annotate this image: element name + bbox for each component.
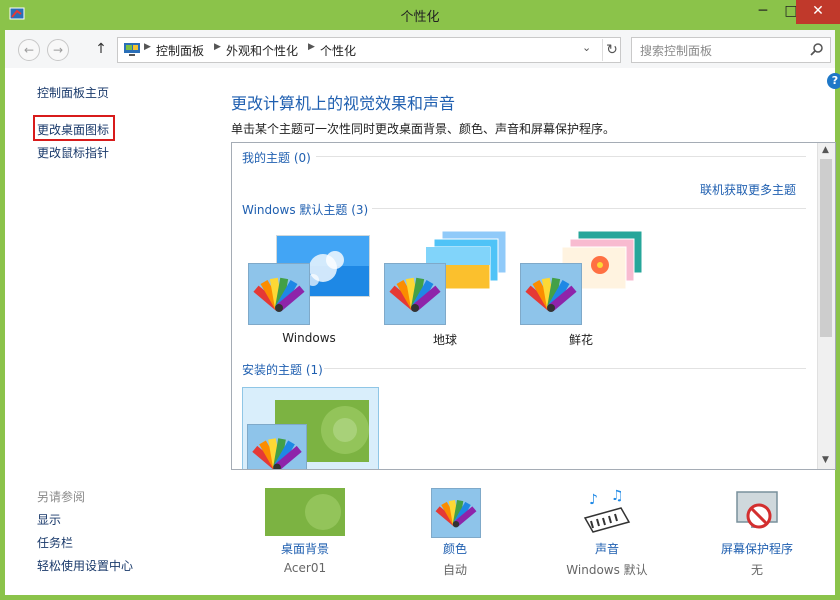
sounds-button[interactable]: ♪ ♫ 声音 Windows 默认 — [537, 488, 677, 588]
vertical-scrollbar[interactable]: ▲ ▼ — [817, 143, 835, 469]
desktop-background-label: 桌面背景 — [280, 542, 329, 556]
divider — [324, 368, 806, 369]
theme-flowers[interactable]: 鲜花 — [516, 231, 646, 351]
divider — [316, 156, 806, 157]
see-also-heading: 另请参阅 — [37, 490, 86, 504]
svg-text:♫: ♫ — [611, 488, 624, 504]
see-also-taskbar[interactable]: 任务栏 — [37, 534, 73, 551]
svg-text:♪: ♪ — [589, 492, 598, 508]
sidebar-change-desktop-icons[interactable]: 更改桌面图标 — [37, 121, 109, 138]
address-bar[interactable]: ▶ 控制面板 ▶ 外观和个性化 ▶ 个性化 ⌄ ↻ — [117, 37, 621, 63]
breadcrumb-appearance[interactable]: 外观和个性化 — [226, 42, 298, 59]
forward-button[interactable]: → — [47, 39, 69, 61]
installed-themes-heading: 安装的主题 (1) — [242, 363, 323, 377]
color-palette-icon — [247, 424, 307, 469]
see-also-display[interactable]: 显示 — [37, 511, 61, 528]
color-value: 自动 — [442, 563, 467, 577]
theme-windows[interactable]: Windows — [244, 231, 374, 351]
color-palette-icon — [384, 263, 446, 325]
search-placeholder: 搜索控制面板 — [640, 44, 713, 58]
search-icon[interactable] — [810, 42, 824, 56]
theme-name: Windows — [282, 331, 336, 345]
color-button[interactable]: 颜色 自动 — [385, 488, 525, 588]
theme-acer-installed[interactable] — [242, 387, 379, 469]
sounds-label: 声音 — [594, 542, 619, 556]
scroll-up-icon[interactable]: ▲ — [822, 145, 829, 155]
page-description: 单击某个主题可一次性同时更改桌面背景、颜色、声音和屏幕保护程序。 — [231, 122, 616, 136]
scroll-down-icon[interactable]: ▼ — [822, 455, 829, 465]
control-panel-icon — [124, 43, 140, 56]
breadcrumb-control-panel[interactable]: 控制面板 — [156, 42, 204, 59]
theme-name: 鲜花 — [568, 333, 593, 347]
scrollbar-thumb[interactable] — [820, 159, 832, 337]
desktop-background-thumbnail — [265, 488, 345, 536]
search-input[interactable]: 搜索控制面板 — [631, 37, 831, 63]
sound-piano-icon: ♪ ♫ — [583, 488, 631, 533]
sidebar-control-panel-home[interactable]: 控制面板主页 — [37, 84, 109, 101]
content-area: ? 控制面板主页 更改桌面图标 更改鼠标指针 另请参阅 显示 任务栏 轻松使用设… — [5, 68, 840, 595]
breadcrumb-separator-icon[interactable]: ▶ — [144, 42, 151, 52]
screen-saver-icon — [736, 491, 778, 529]
theme-list[interactable]: 我的主题 (0) 联机获取更多主题 Windows 默认主题 (3) Windo… — [231, 142, 836, 470]
refresh-button[interactable]: ↻ — [602, 39, 621, 61]
breadcrumb-separator-icon[interactable]: ▶ — [308, 42, 315, 52]
page-title: 更改计算机上的视觉效果和声音 — [231, 94, 456, 113]
theme-earth[interactable]: 地球 — [380, 231, 510, 351]
address-dropdown-icon[interactable]: ⌄ — [582, 41, 591, 54]
screen-saver-value: 无 — [750, 563, 763, 577]
divider — [372, 208, 806, 209]
screen-saver-label: 屏幕保护程序 — [720, 542, 793, 556]
desktop-background-value: Acer01 — [283, 561, 327, 575]
sounds-value: Windows 默认 — [566, 563, 648, 577]
desktop-background-button[interactable]: 桌面背景 Acer01 — [235, 488, 375, 588]
color-palette-icon — [248, 263, 310, 325]
sidebar-change-mouse-pointers[interactable]: 更改鼠标指针 — [37, 144, 109, 161]
get-more-themes-link[interactable]: 联机获取更多主题 — [700, 181, 796, 198]
breadcrumb-personalization[interactable]: 个性化 — [320, 42, 356, 59]
minimize-button[interactable]: ─ — [748, 0, 778, 24]
close-button[interactable]: ✕ — [796, 0, 840, 24]
theme-name: 地球 — [432, 333, 457, 347]
color-label: 颜色 — [442, 542, 467, 556]
title-bar: 个性化 ─ □ ✕ — [0, 0, 840, 30]
window-title: 个性化 — [400, 10, 440, 25]
up-button[interactable]: ↑ — [93, 39, 109, 59]
screen-saver-button[interactable]: 屏幕保护程序 无 — [687, 488, 827, 588]
color-palette-icon — [520, 263, 582, 325]
back-button[interactable]: ← — [18, 39, 40, 61]
default-themes-heading: Windows 默认主题 (3) — [242, 203, 369, 217]
personalization-window: 个性化 ─ □ ✕ ← → ↑ ▶ 控制面板 ▶ 外观和个性化 ▶ 个性化 ⌄ … — [0, 0, 840, 600]
see-also-ease-of-access[interactable]: 轻松使用设置中心 — [37, 557, 133, 574]
breadcrumb-separator-icon[interactable]: ▶ — [214, 42, 221, 52]
color-palette-icon — [431, 488, 481, 538]
my-themes-heading: 我的主题 (0) — [242, 151, 311, 165]
navigation-bar: ← → ↑ ▶ 控制面板 ▶ 外观和个性化 ▶ 个性化 ⌄ ↻ 搜索控制面板 — [5, 30, 835, 68]
help-icon[interactable]: ? — [827, 73, 840, 89]
